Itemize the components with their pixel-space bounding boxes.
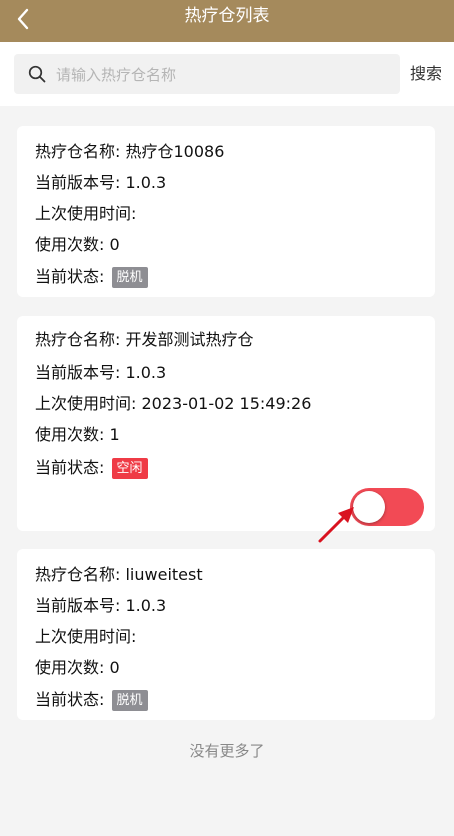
search-bar: 搜索 bbox=[0, 42, 454, 106]
cabin-name: 热疗仓名称: 热疗仓10086 bbox=[35, 142, 225, 161]
status-badge: 脱机 bbox=[111, 267, 148, 288]
power-toggle[interactable] bbox=[350, 488, 424, 526]
cabin-last-used: 上次使用时间: bbox=[35, 627, 137, 646]
status-badge: 脱机 bbox=[111, 690, 148, 711]
cabin-status: 当前状态: 脱机 bbox=[35, 689, 148, 711]
cabin-last-used: 上次使用时间: 2023-01-02 15:49:26 bbox=[35, 394, 312, 413]
cabin-name: 热疗仓名称: 开发部测试热疗仓 bbox=[35, 330, 254, 349]
search-input[interactable] bbox=[54, 54, 388, 96]
cabin-use-count: 使用次数: 1 bbox=[35, 425, 120, 444]
nav-bar: 热疗仓列表 bbox=[0, 0, 454, 42]
search-icon bbox=[28, 65, 46, 83]
status-label: 当前状态: bbox=[35, 267, 105, 286]
cabin-status: 当前状态: 脱机 bbox=[35, 266, 148, 288]
page-title: 热疗仓列表 bbox=[184, 6, 270, 26]
cabin-card[interactable]: 热疗仓名称: 开发部测试热疗仓 当前版本号: 1.0.3 上次使用时间: 202… bbox=[17, 316, 435, 531]
cabin-use-count: 使用次数: 0 bbox=[35, 235, 120, 254]
cabin-card[interactable]: 热疗仓名称: liuweitest 当前版本号: 1.0.3 上次使用时间: 使… bbox=[17, 549, 435, 720]
cabin-last-used: 上次使用时间: bbox=[35, 204, 137, 223]
red-arrow-icon bbox=[318, 507, 354, 543]
cabin-version: 当前版本号: 1.0.3 bbox=[35, 363, 167, 382]
cabin-version: 当前版本号: 1.0.3 bbox=[35, 596, 167, 615]
cabin-name: 热疗仓名称: liuweitest bbox=[35, 565, 203, 584]
cabin-use-count: 使用次数: 0 bbox=[35, 658, 120, 677]
status-badge: 空闲 bbox=[111, 458, 148, 479]
status-label: 当前状态: bbox=[35, 690, 105, 709]
search-button[interactable]: 搜索 bbox=[410, 62, 442, 86]
cabin-card[interactable]: 热疗仓名称: 热疗仓10086 当前版本号: 1.0.3 上次使用时间: 使用次… bbox=[17, 126, 435, 297]
cabin-version: 当前版本号: 1.0.3 bbox=[35, 173, 167, 192]
status-label: 当前状态: bbox=[35, 458, 105, 477]
no-more-text: 没有更多了 bbox=[189, 742, 265, 760]
search-box[interactable] bbox=[14, 54, 400, 96]
cabin-status: 当前状态: 空闲 bbox=[35, 457, 148, 479]
